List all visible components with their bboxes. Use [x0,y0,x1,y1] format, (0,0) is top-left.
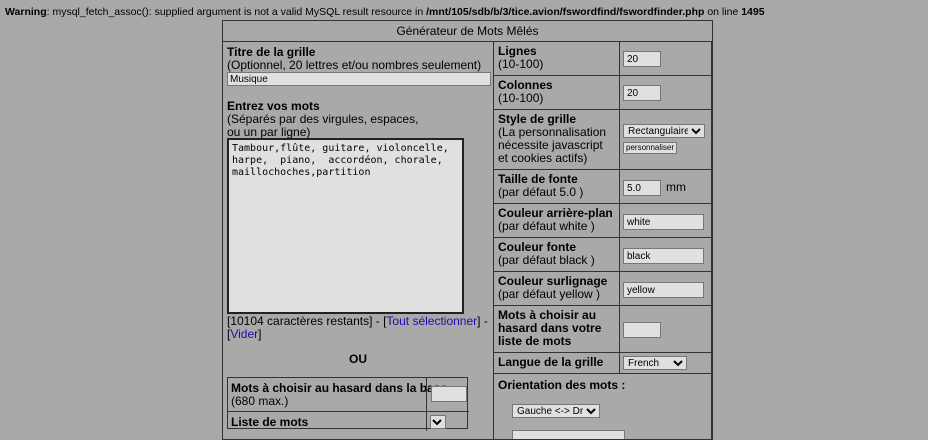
grid-title-input[interactable] [227,72,491,86]
customize-button[interactable]: personnaliser [623,142,678,154]
random-db-input[interactable] [431,386,467,402]
orientation-label: Orientation des mots : [498,378,626,392]
cols-hint: (10-100) [498,91,544,105]
rows-label: Lignes [498,44,537,58]
grid-title-label: Titre de la grille [227,45,316,59]
word-list-select[interactable] [430,415,446,429]
clear-link[interactable]: Vider [230,327,258,341]
font-size-unit: mm [666,180,686,194]
style-select[interactable]: Rectangulaire [623,124,705,138]
actions-sep: ] - [477,314,488,328]
highlight-input[interactable] [623,282,704,298]
font-color-setting: Couleur fonte (par défaut black ) [493,237,712,272]
random-db-table: Mots à choisir au hasard dans la base (6… [227,377,469,431]
warning-path: /mnt/105/sdb/b/3/tice.avion/fswordfind/f… [426,6,705,18]
generator-panel: Générateur de Mots Mêlés Titre de la gri… [222,20,713,440]
orientation-select-2[interactable] [512,430,625,439]
font-color-input[interactable] [623,248,704,264]
warning-line-number: 1495 [741,6,765,18]
style-hint: (La personnalisation nécessite javascrip… [498,125,607,165]
cols-label: Colonnes [498,78,553,92]
style-setting: Style de grille (La personnalisation néce… [493,109,712,170]
php-warning: Warning: mysql_fetch_assoc(): supplied a… [5,6,765,18]
bg-color-input[interactable] [623,214,704,230]
font-size-setting: Taille de fonte(par défaut 5.0 ) mm [493,169,712,204]
cell-divider [426,411,427,431]
language-setting: Langue de la grille French [493,352,712,374]
font-size-label: Taille de fonte [498,172,578,186]
grid-title-hint: (Optionnel, 20 lettres et/ou nombres seu… [227,58,482,72]
random-list-label: Mots à choisir au hasard dans votre list… [498,308,602,348]
rows-setting: Lignes (10-100) [493,41,712,76]
font-color-label: Couleur fonte [498,240,576,254]
words-hint-1: (Séparés par des virgules, espaces, [227,112,419,126]
or-separator: OU [349,352,367,366]
words-label: Entrez vos mots [227,99,320,113]
cols-input[interactable] [623,85,661,101]
random-db-label: Mots à choisir au hasard dans la base [231,381,448,395]
highlight-label: Couleur surlignage [498,274,608,288]
cols-setting: Colonnes (10-100) [493,75,712,110]
remaining-chars: [10104 caractères restants] - [ [227,314,387,328]
panel-title: Générateur de Mots Mêlés [223,21,712,42]
rows-input[interactable] [623,51,661,67]
language-label: Langue de la grille [498,355,604,369]
left-column: Titre de la grille (Optionnel, 20 lettre… [223,41,493,439]
style-label: Style de grille [498,112,577,126]
orientation-setting: Orientation des mots : Gauche <-> Droite [493,373,712,439]
words-hint-2: ou un par ligne) [227,125,311,139]
textarea-actions: [10104 caractères restants] - [Tout séle… [227,315,489,341]
random-list-input[interactable] [623,322,661,338]
warning-prefix: Warning [5,6,47,18]
random-list-setting: Mots à choisir au hasard dans votre list… [493,305,712,353]
word-list-label: Liste de mots [231,415,309,429]
warning-line-text: on line [704,6,742,18]
clear-close: ] [258,327,262,341]
highlight-hint: (par défaut yellow ) [498,287,601,301]
font-color-hint: (par défaut black ) [498,253,595,267]
bg-color-hint: (par défaut white ) [498,219,595,233]
warning-message: : mysql_fetch_assoc(): supplied argument… [46,6,427,18]
orientation-select[interactable]: Gauche <-> Droite [512,404,600,418]
font-size-input[interactable] [623,180,661,196]
highlight-setting: Couleur surlignage (par défaut yellow ) [493,271,712,306]
right-column: Lignes(10-100) Colonnes(10-100) Style de… [493,41,712,439]
language-select[interactable]: French [623,356,687,370]
words-textarea[interactable]: Tambour,flûte, guitare, violoncelle, har… [227,138,464,314]
font-size-hint: (par défaut 5.0 ) [498,185,584,199]
bg-color-label: Couleur arrière-plan [498,206,613,220]
random-db-row: Mots à choisir au hasard dans la base (6… [228,378,469,412]
select-all-link[interactable]: Tout sélectionner [386,314,477,328]
random-db-hint: (680 max.) [231,394,289,408]
cell-divider [426,378,427,411]
bg-color-setting: Couleur arrière-plan (par défaut white ) [493,203,712,238]
rows-hint: (10-100) [498,57,544,71]
